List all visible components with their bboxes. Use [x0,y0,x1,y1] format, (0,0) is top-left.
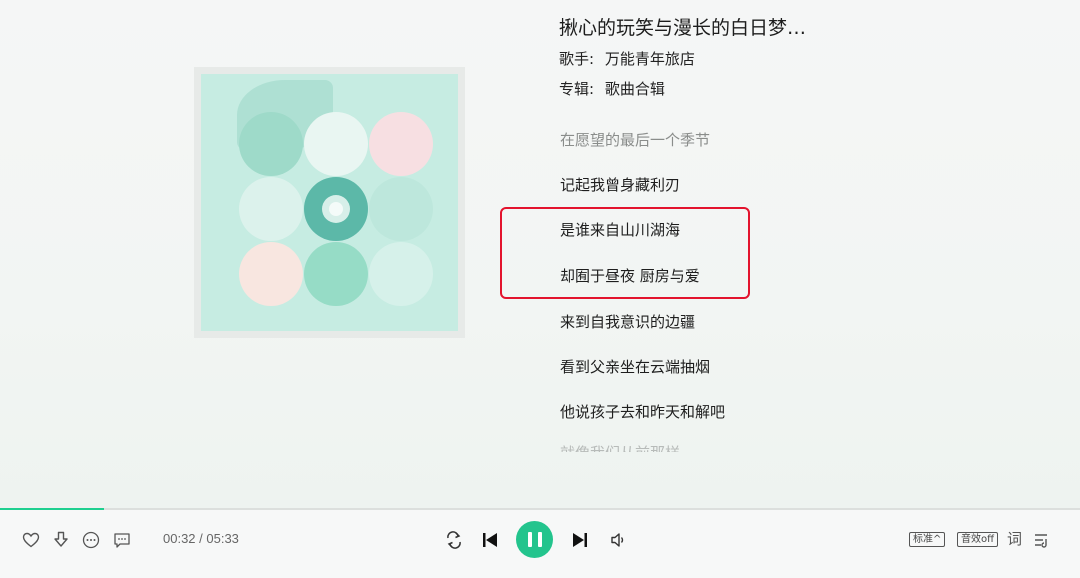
volume-icon[interactable] [607,529,629,551]
album-label: 专辑: [559,80,595,98]
player-stage: 揪心的玩笑与漫长的白日梦… 歌手: 万能青年旅店 专辑: 歌曲合辑 在愿望的最后… [0,0,1080,510]
lyric-highlight-box [500,207,750,299]
download-icon[interactable] [50,529,72,551]
album-cover [194,67,465,338]
more-icon[interactable] [80,529,102,551]
comment-icon[interactable] [111,529,133,551]
song-title: 揪心的玩笑与漫长的白日梦… [559,17,807,39]
playback-time: 00:32 / 05:33 [163,531,239,546]
lyric-toggle[interactable]: 词 [1007,528,1022,549]
loop-icon[interactable] [443,529,465,551]
album-art [201,74,458,331]
lyric-line: 记起我曾身藏利刃 [560,176,681,194]
vinyl-icon [304,177,368,241]
pause-button[interactable] [516,521,553,558]
lyric-line: 在愿望的最后一个季节 [560,131,711,149]
album-row: 专辑: 歌曲合辑 [559,78,665,99]
sound-effect-button[interactable]: 音效off [957,532,999,547]
previous-icon[interactable] [479,529,501,551]
pause-icon [527,532,532,547]
artist-row: 歌手: 万能青年旅店 [559,48,695,69]
lyric-line: 就像我们从前那样 [560,442,680,452]
lyric-line: 他说孩子去和昨天和解吧 [560,403,726,421]
heart-icon[interactable] [20,529,42,551]
quality-button[interactable]: 标准^ [909,532,946,547]
album-name[interactable]: 歌曲合辑 [605,80,665,98]
playlist-icon[interactable] [1031,529,1053,551]
artist-label: 歌手: [559,50,595,68]
lyric-line: 看到父亲坐在云端抽烟 [560,358,711,376]
artist-name[interactable]: 万能青年旅店 [605,50,695,68]
lyric-line: 来到自我意识的边疆 [560,313,696,331]
next-icon[interactable] [569,529,591,551]
